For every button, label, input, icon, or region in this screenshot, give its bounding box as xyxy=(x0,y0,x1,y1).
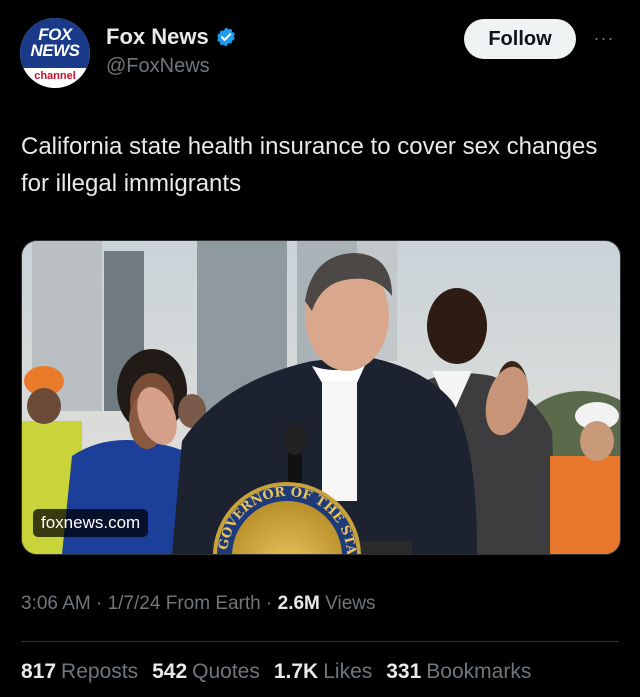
quotes-label: Quotes xyxy=(192,660,260,683)
logo-channel-text: channel xyxy=(34,70,76,82)
tweet-text: California state health insurance to cov… xyxy=(21,133,598,197)
tweet-source: From Earth xyxy=(160,593,261,614)
reposts-stat[interactable]: 817 Reposts xyxy=(21,660,138,684)
bookmarks-count: 331 xyxy=(386,660,422,683)
tweet-date[interactable]: 1/7/24 xyxy=(108,593,161,614)
tweet-meta: 3:06 AM · 1/7/24 From Earth · 2.6M Views xyxy=(21,593,376,615)
author-handle[interactable]: @FoxNews xyxy=(106,55,210,78)
bookmarks-label: Bookmarks xyxy=(426,660,532,683)
more-options-icon[interactable]: ··· xyxy=(592,26,616,50)
quotes-count: 542 xyxy=(152,660,188,683)
meta-separator: · xyxy=(90,593,108,614)
logo-news-text: NEWS xyxy=(30,41,81,60)
media-domain-label[interactable]: foxnews.com xyxy=(33,509,149,537)
author-name-label: Fox News xyxy=(106,24,209,49)
likes-label: Likes xyxy=(323,660,373,683)
tweet-media-image[interactable]: GOVERNOR OF THE STATE OF C xyxy=(21,240,621,555)
author-name[interactable]: Fox News xyxy=(106,24,237,50)
views-label: Views xyxy=(319,593,376,614)
reposts-label: Reposts xyxy=(61,660,139,683)
reposts-count: 817 xyxy=(21,660,57,683)
views-count: 2.6M xyxy=(277,593,320,614)
tweet-time[interactable]: 3:06 AM xyxy=(21,593,91,614)
author-avatar[interactable]: FOX NEWS channel xyxy=(20,18,90,88)
bookmarks-stat[interactable]: 331 Bookmarks xyxy=(386,660,531,684)
press-conference-photo: GOVERNOR OF THE STATE OF C xyxy=(22,241,620,554)
fox-news-logo: FOX NEWS xyxy=(20,18,90,68)
likes-count: 1.7K xyxy=(273,660,319,683)
verified-badge-icon xyxy=(216,27,235,47)
quotes-stat[interactable]: 542 Quotes xyxy=(152,660,260,684)
meta-separator: · xyxy=(260,593,278,614)
follow-button[interactable]: Follow xyxy=(464,19,576,59)
likes-stat[interactable]: 1.7K Likes xyxy=(274,660,372,684)
divider xyxy=(21,641,619,642)
engagement-stats: 817 Reposts 542 Quotes 1.7K Likes 331 Bookma… xyxy=(21,660,531,684)
